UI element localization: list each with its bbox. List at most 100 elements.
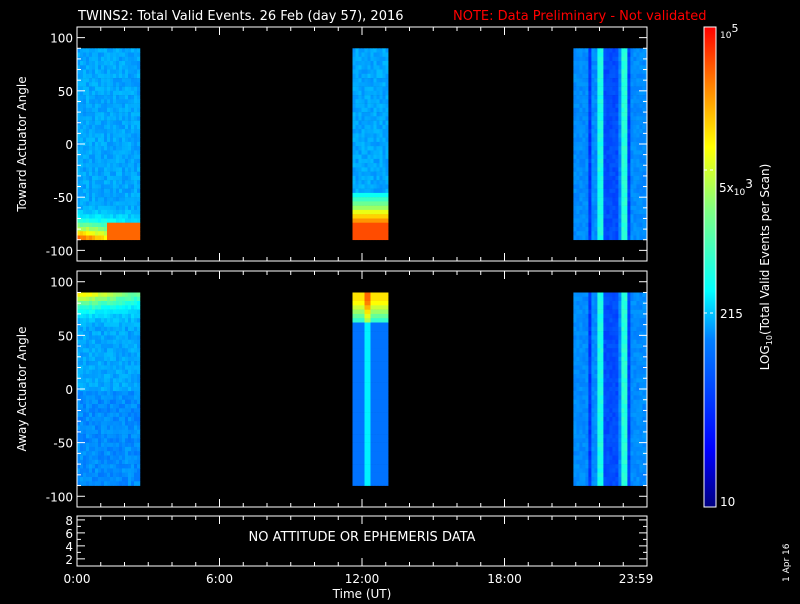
heatmap-cell xyxy=(137,90,141,96)
heatmap-cell xyxy=(116,322,120,328)
heatmap-cell xyxy=(618,222,622,228)
heatmap-cell xyxy=(128,107,132,113)
heatmap-cell xyxy=(89,343,93,349)
heatmap-cell xyxy=(128,163,132,168)
heatmap-cell xyxy=(382,399,386,405)
heatmap-cell xyxy=(588,129,592,134)
heatmap-cell xyxy=(355,348,359,353)
heatmap-cell xyxy=(352,365,356,370)
heatmap-cell xyxy=(591,442,595,448)
heatmap-cell xyxy=(134,175,138,181)
heatmap-cell xyxy=(612,313,616,319)
heatmap-cell xyxy=(376,218,380,224)
heatmap-cell xyxy=(358,197,362,202)
heatmap-cell xyxy=(119,464,123,469)
heatmap-cell xyxy=(358,464,362,469)
heatmap-cell xyxy=(80,231,84,236)
heatmap-cell xyxy=(579,120,583,126)
heatmap-cell xyxy=(376,65,380,70)
heatmap-cell xyxy=(603,95,607,100)
heatmap-cell xyxy=(358,218,362,224)
heatmap-cell xyxy=(600,222,604,228)
heatmap-cell xyxy=(603,52,607,58)
heatmap-cell xyxy=(642,95,646,100)
heatmap-cell xyxy=(89,339,93,345)
heatmap-cell xyxy=(358,438,362,443)
heatmap-cell xyxy=(603,404,607,409)
heatmap-cell xyxy=(633,184,637,189)
heatmap-cell xyxy=(627,446,631,452)
heatmap-cell xyxy=(92,184,96,189)
heatmap-cell xyxy=(122,455,126,461)
heatmap-cell xyxy=(606,412,610,418)
heatmap-cell xyxy=(573,451,577,456)
heatmap-cell xyxy=(355,472,359,478)
heatmap-cell xyxy=(364,442,368,448)
heatmap-cell xyxy=(358,201,362,206)
heatmap-cell xyxy=(104,192,108,198)
heatmap-cell xyxy=(116,361,120,366)
heatmap-cell xyxy=(585,82,589,87)
heatmap-cell xyxy=(591,318,595,323)
heatmap-cell xyxy=(119,382,123,388)
heatmap-cell xyxy=(104,455,108,461)
heatmap-cell xyxy=(361,331,365,336)
heatmap-cell xyxy=(104,374,108,379)
heatmap-cell xyxy=(134,451,138,456)
heatmap-cell xyxy=(373,197,377,202)
heatmap-cell xyxy=(621,313,625,319)
heatmap-cell xyxy=(98,438,102,443)
heatmap-cell xyxy=(627,133,631,138)
heatmap-cell xyxy=(80,218,84,224)
heatmap-cell xyxy=(615,442,619,448)
heatmap-cell xyxy=(576,399,580,405)
heatmap-cell xyxy=(627,218,631,224)
heatmap-cell xyxy=(376,180,380,185)
heatmap-cell xyxy=(630,61,634,66)
heatmap-cell xyxy=(576,180,580,185)
heatmap-cell xyxy=(370,48,374,53)
heatmap-cell xyxy=(110,378,114,383)
heatmap-cell xyxy=(355,416,359,422)
heatmap-cell xyxy=(376,124,380,130)
heatmap-cell xyxy=(603,472,607,478)
heatmap-cell xyxy=(355,209,359,215)
heatmap-cell xyxy=(89,468,93,473)
heatmap-cell xyxy=(367,158,371,164)
heatmap-cell xyxy=(122,408,126,413)
heatmap-cell xyxy=(116,201,120,206)
heatmap-cell xyxy=(373,154,377,160)
heatmap-cell xyxy=(594,65,598,70)
heatmap-cell xyxy=(594,421,598,426)
heatmap-cell xyxy=(624,78,628,83)
heatmap-cell xyxy=(373,69,377,75)
heatmap-cell xyxy=(104,231,108,236)
heatmap-cell xyxy=(382,61,386,66)
heatmap-cell xyxy=(609,395,613,400)
heatmap-cell xyxy=(606,99,610,104)
heatmap-cell xyxy=(612,331,616,336)
heatmap-cell xyxy=(573,90,577,96)
heatmap-cell xyxy=(609,412,613,418)
heatmap-cell xyxy=(639,48,643,53)
heatmap-cell xyxy=(131,61,135,66)
heatmap-cell xyxy=(125,65,129,70)
heatmap-cell xyxy=(609,192,613,198)
heatmap-cell xyxy=(89,378,93,383)
heatmap-cell xyxy=(630,163,634,168)
heatmap-cell xyxy=(615,133,619,138)
heatmap-cell xyxy=(627,222,631,228)
heatmap-cell xyxy=(370,78,374,83)
heatmap-cell xyxy=(600,468,604,473)
heatmap-cell xyxy=(131,99,135,104)
heatmap-cell xyxy=(615,309,619,315)
heatmap-cell xyxy=(122,442,126,448)
heatmap-cell xyxy=(116,171,120,177)
heatmap-cell xyxy=(597,395,601,400)
heatmap-cell xyxy=(594,188,598,194)
heatmap-cell xyxy=(385,73,389,79)
heatmap-cell xyxy=(110,48,114,53)
heatmap-cell xyxy=(603,56,607,62)
heatmap-cell xyxy=(361,158,365,164)
heatmap-cell xyxy=(639,120,643,126)
